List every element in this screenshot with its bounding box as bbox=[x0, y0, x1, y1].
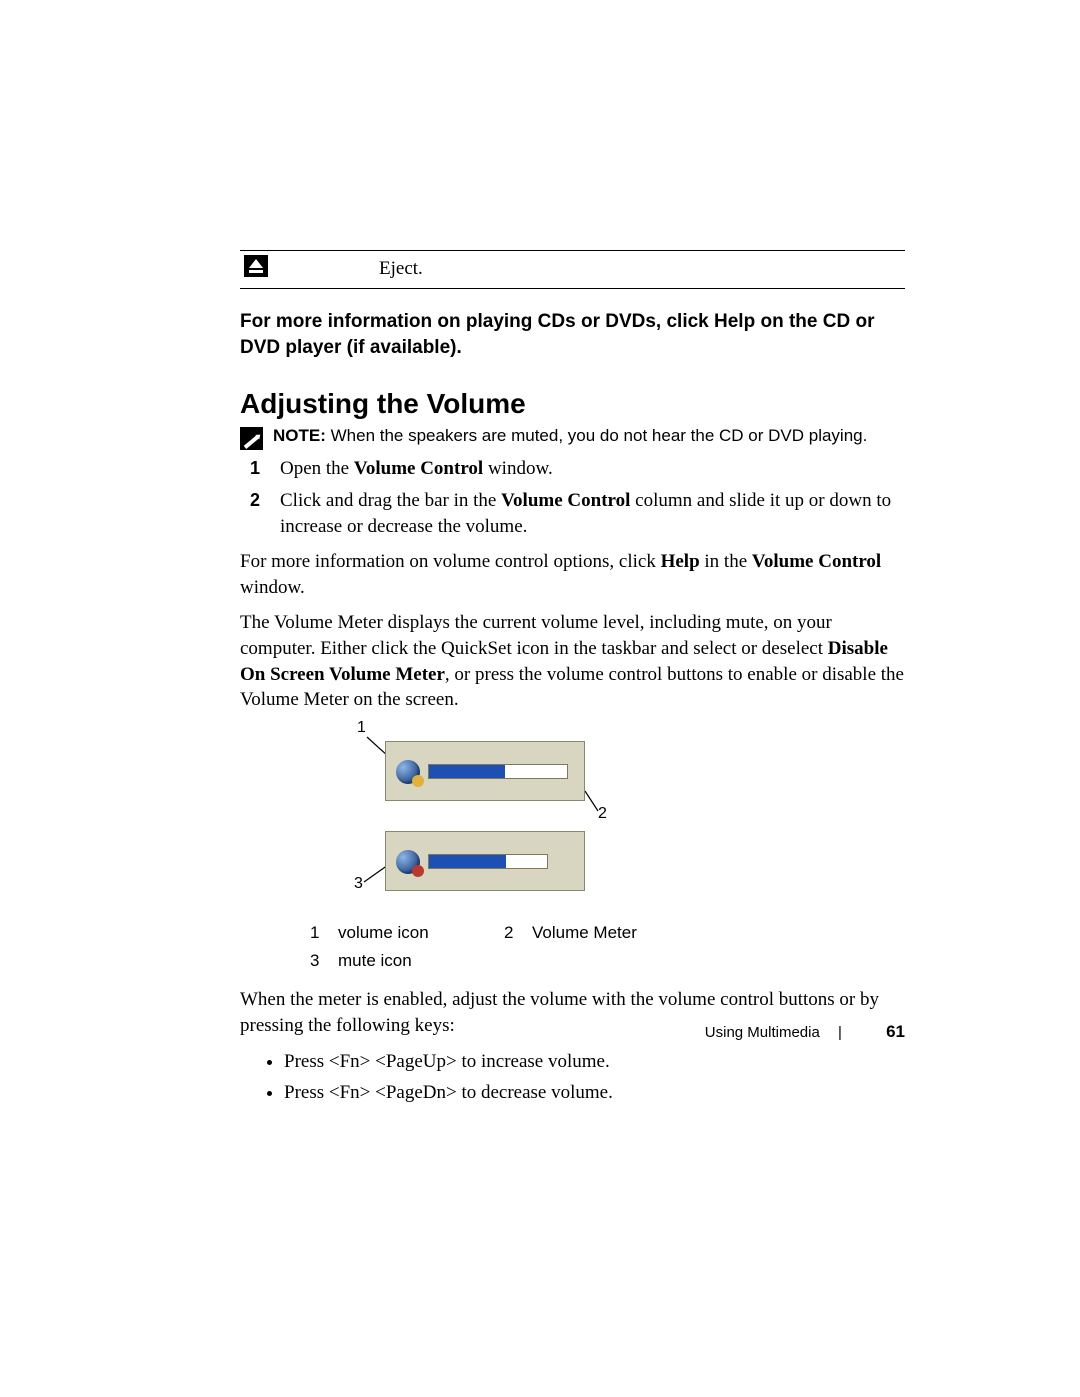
mute-icon bbox=[396, 850, 420, 874]
note-text: NOTE: When the speakers are muted, you d… bbox=[273, 426, 867, 446]
section-heading: Adjusting the Volume bbox=[240, 388, 905, 420]
steps-list: Open the Volume Control window. Click an… bbox=[240, 456, 905, 539]
volume-icon bbox=[396, 760, 420, 784]
mute-meter-panel bbox=[385, 831, 585, 891]
key-list: Press <Fn> <PageUp> to increase volume. … bbox=[240, 1048, 905, 1107]
volume-meter-bar bbox=[428, 764, 568, 779]
note-prefix: NOTE: bbox=[273, 426, 326, 445]
footer-page-number: 61 bbox=[886, 1022, 905, 1041]
footer-section: Using Multimedia bbox=[705, 1024, 820, 1041]
legend-num-3: 3 bbox=[310, 951, 332, 971]
legend-text-1: volume icon bbox=[338, 923, 498, 943]
eject-icon bbox=[244, 255, 268, 277]
step-2: Click and drag the bar in the Volume Con… bbox=[280, 488, 905, 539]
legend-text-2: Volume Meter bbox=[532, 923, 692, 943]
manual-page: Eject. For more information on playing C… bbox=[0, 0, 1080, 1397]
callout-label-3: 3 bbox=[354, 875, 363, 893]
note-icon bbox=[240, 427, 263, 450]
legend-num-2: 2 bbox=[504, 923, 526, 943]
note-block: NOTE: When the speakers are muted, you d… bbox=[240, 426, 905, 450]
eject-label: Eject. bbox=[379, 258, 423, 280]
legend-num-1: 1 bbox=[310, 923, 332, 943]
step-1: Open the Volume Control window. bbox=[280, 456, 905, 482]
note-body: When the speakers are muted, you do not … bbox=[326, 426, 867, 445]
callout-label-2: 2 bbox=[598, 805, 607, 823]
figure-legend: 1 volume icon 2 Volume Meter 3 mute icon bbox=[310, 923, 905, 971]
bullet-decrease: Press <Fn> <PageDn> to decrease volume. bbox=[284, 1079, 905, 1108]
page-footer: Using Multimedia | 61 bbox=[705, 1022, 905, 1042]
volume-meter-panel bbox=[385, 741, 585, 801]
mute-meter-bar bbox=[428, 854, 548, 869]
cd-dvd-more-info: For more information on playing CDs or D… bbox=[240, 309, 905, 360]
footer-separator: | bbox=[838, 1024, 842, 1041]
legend-text-3: mute icon bbox=[338, 951, 498, 971]
paragraph-meter: The Volume Meter displays the current vo… bbox=[240, 610, 905, 713]
paragraph-moreinfo: For more information on volume control o… bbox=[240, 549, 905, 600]
callout-label-1: 1 bbox=[357, 719, 366, 737]
bullet-increase: Press <Fn> <PageUp> to increase volume. bbox=[284, 1048, 905, 1077]
eject-icon-cell bbox=[240, 255, 379, 282]
volume-meter-figure: 1 2 3 bbox=[240, 723, 905, 913]
eject-row: Eject. bbox=[240, 250, 905, 289]
